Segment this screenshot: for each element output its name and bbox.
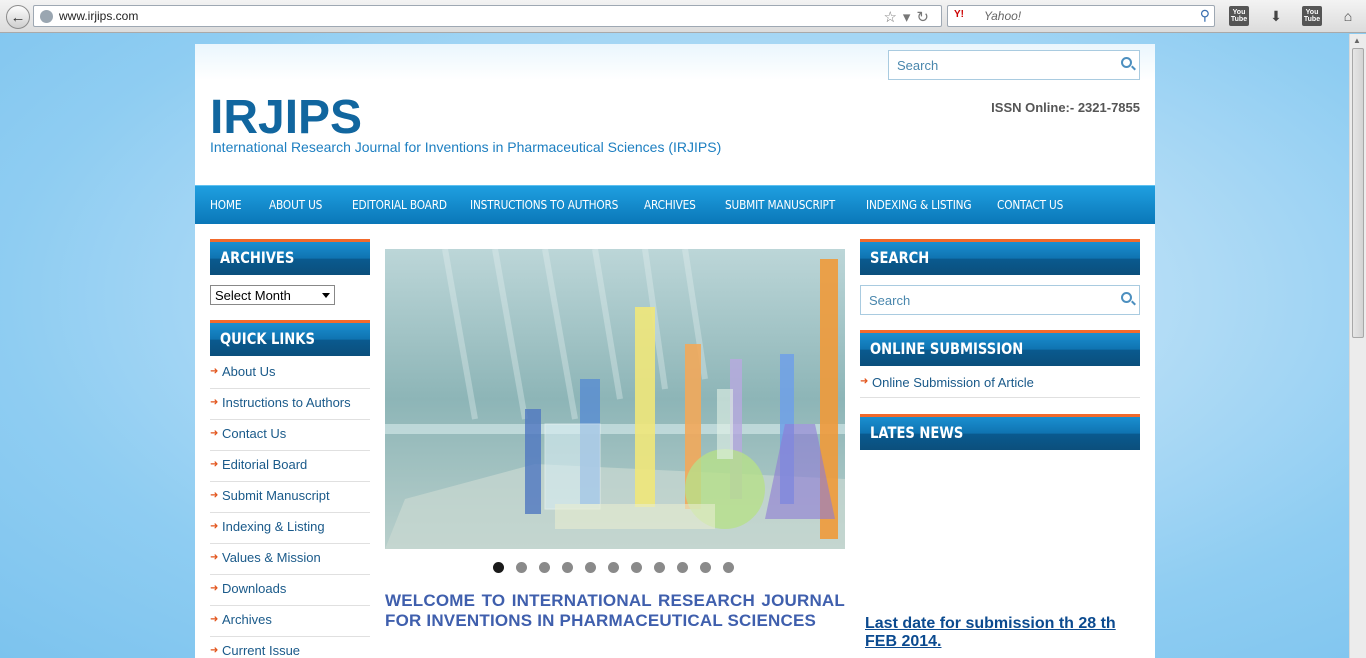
- select-value: Select Month: [215, 288, 291, 303]
- archives-header: ARCHIVES: [210, 239, 370, 275]
- arrow-right-icon: ➜: [210, 552, 219, 563]
- quick-link-label[interactable]: Archives: [222, 612, 272, 627]
- nav-submit-manuscript[interactable]: SUBMIT MANUSCRIPT: [725, 198, 835, 212]
- quick-links-header: QUICK LINKS: [210, 320, 370, 356]
- yahoo-engine-icon[interactable]: Y!: [954, 9, 964, 20]
- scroll-up-arrow-icon[interactable]: ▲: [1353, 36, 1361, 45]
- slider-dot[interactable]: [654, 562, 665, 573]
- search-icon[interactable]: [1121, 292, 1132, 303]
- nav-contact-us[interactable]: CONTACT US: [997, 198, 1063, 212]
- quick-link-contact-us[interactable]: ➜ Contact Us: [210, 420, 370, 451]
- header-search-input[interactable]: Search: [888, 50, 1140, 80]
- site-logo[interactable]: IRJIPS: [210, 94, 362, 142]
- arrow-right-icon: ➜: [210, 645, 219, 656]
- url-text: www.irjips.com: [59, 9, 139, 23]
- online-submission-label[interactable]: Online Submission of Article: [872, 375, 1034, 390]
- arrow-right-icon: ➜: [210, 521, 219, 532]
- search-header: SEARCH: [860, 239, 1140, 275]
- quick-links-title: QUICK LINKS: [220, 329, 315, 348]
- sidebar-search-placeholder: Search: [869, 293, 911, 308]
- download-icon[interactable]: ⬇: [1266, 6, 1286, 26]
- arrow-right-icon: ➜: [210, 614, 219, 625]
- vertical-scrollbar[interactable]: ▲: [1349, 34, 1366, 658]
- browser-search-placeholder: Yahoo!: [984, 9, 1022, 23]
- quick-link-indexing[interactable]: ➜ Indexing & Listing: [210, 513, 370, 544]
- globe-icon: [40, 10, 53, 23]
- online-submission-title: ONLINE SUBMISSION: [870, 339, 1024, 358]
- quick-link-editorial-board[interactable]: ➜ Editorial Board: [210, 451, 370, 482]
- lab-glassware-illustration: [385, 249, 845, 549]
- address-bar[interactable]: www.irjips.com ☆▾↻: [33, 5, 942, 27]
- slider-dot[interactable]: [539, 562, 550, 573]
- latest-news-header: LATES NEWS: [860, 414, 1140, 450]
- search-icon[interactable]: ⚲: [1200, 7, 1210, 24]
- archives-month-select[interactable]: Select Month: [210, 285, 335, 305]
- page-container: Search IRJIPS International Research Jou…: [195, 44, 1155, 658]
- quick-link-label[interactable]: Downloads: [222, 581, 286, 596]
- slider-dot[interactable]: [608, 562, 619, 573]
- home-icon[interactable]: ⌂: [1338, 6, 1358, 26]
- quick-link-label[interactable]: Instructions to Authors: [222, 395, 351, 410]
- main-nav: HOME ABOUT US EDITORIAL BOARD INSTRUCTIO…: [195, 185, 1155, 224]
- quick-link-submit-manuscript[interactable]: ➜ Submit Manuscript: [210, 482, 370, 513]
- quick-link-values-mission[interactable]: ➜ Values & Mission: [210, 544, 370, 575]
- quick-link-archives[interactable]: ➜ Archives: [210, 606, 370, 637]
- quick-link-about-us[interactable]: ➜ About Us: [210, 358, 370, 389]
- slider-dot[interactable]: [516, 562, 527, 573]
- nav-archives[interactable]: ARCHIVES: [644, 198, 696, 212]
- quick-link-label[interactable]: Current Issue: [222, 643, 300, 658]
- quick-link-label[interactable]: Editorial Board: [222, 457, 307, 472]
- arrow-right-icon: ➜: [210, 583, 219, 594]
- slider-dot[interactable]: [723, 562, 734, 573]
- nav-home[interactable]: HOME: [210, 198, 242, 212]
- arrow-right-icon: ➜: [210, 366, 219, 377]
- arrow-right-icon: ➜: [210, 490, 219, 501]
- chevron-down-icon: [322, 293, 330, 298]
- bookmark-star-icon[interactable]: ☆▾↻: [883, 8, 935, 26]
- quick-link-label[interactable]: Values & Mission: [222, 550, 321, 565]
- slider-dot[interactable]: [585, 562, 596, 573]
- online-submission-link[interactable]: ➜ Online Submission of Article: [860, 367, 1140, 398]
- lab-glassware-slider-image[interactable]: [385, 249, 845, 549]
- slider-dot[interactable]: [493, 562, 504, 573]
- slider-dot[interactable]: [677, 562, 688, 573]
- archives-title: ARCHIVES: [220, 248, 295, 267]
- search-title: SEARCH: [870, 248, 930, 267]
- sidebar-search-input[interactable]: Search: [860, 285, 1140, 315]
- browser-toolbar: ← www.irjips.com ☆▾↻ Y! Yahoo! ⚲ You Tube…: [0, 0, 1366, 33]
- slider-dot[interactable]: [562, 562, 573, 573]
- nav-editorial-board[interactable]: EDITORIAL BOARD: [352, 198, 447, 212]
- search-icon[interactable]: [1121, 57, 1132, 68]
- slider-dot[interactable]: [631, 562, 642, 573]
- online-submission-header: ONLINE SUBMISSION: [860, 330, 1140, 366]
- welcome-heading: WELCOME TO INTERNATIONAL RESEARCH JOURNA…: [385, 591, 845, 630]
- quick-link-current-issue[interactable]: ➜ Current Issue: [210, 637, 370, 658]
- arrow-right-icon: ➜: [860, 376, 869, 387]
- quick-link-instructions[interactable]: ➜ Instructions to Authors: [210, 389, 370, 420]
- latest-news-title: LATES NEWS: [870, 423, 964, 442]
- slider-dot[interactable]: [700, 562, 711, 573]
- back-arrow-icon[interactable]: ←: [6, 5, 30, 29]
- nav-instructions-to-authors[interactable]: INSTRUCTIONS TO AUTHORS: [470, 198, 618, 212]
- quick-link-label[interactable]: About Us: [222, 364, 275, 379]
- browser-search-field[interactable]: Y! Yahoo! ⚲: [947, 5, 1215, 27]
- arrow-right-icon: ➜: [210, 397, 219, 408]
- nav-about-us[interactable]: ABOUT US: [269, 198, 322, 212]
- site-tagline: International Research Journal for Inven…: [210, 139, 722, 155]
- youtube-icon[interactable]: You Tube: [1302, 6, 1322, 26]
- issn-label: ISSN Online:- 2321-7855: [991, 100, 1140, 115]
- quick-link-downloads[interactable]: ➜ Downloads: [210, 575, 370, 606]
- quick-link-label[interactable]: Indexing & Listing: [222, 519, 325, 534]
- quick-link-label[interactable]: Submit Manuscript: [222, 488, 330, 503]
- header-search-placeholder: Search: [897, 58, 939, 73]
- scrollbar-thumb[interactable]: [1352, 48, 1364, 338]
- nav-indexing-listing[interactable]: INDEXING & LISTING: [866, 198, 972, 212]
- arrow-right-icon: ➜: [210, 428, 219, 439]
- arrow-right-icon: ➜: [210, 459, 219, 470]
- quick-link-label[interactable]: Contact Us: [222, 426, 286, 441]
- youtube-addon-icon[interactable]: You Tube: [1229, 6, 1249, 26]
- news-item-link[interactable]: Last date for submission th 28 th FEB 20…: [865, 615, 1140, 651]
